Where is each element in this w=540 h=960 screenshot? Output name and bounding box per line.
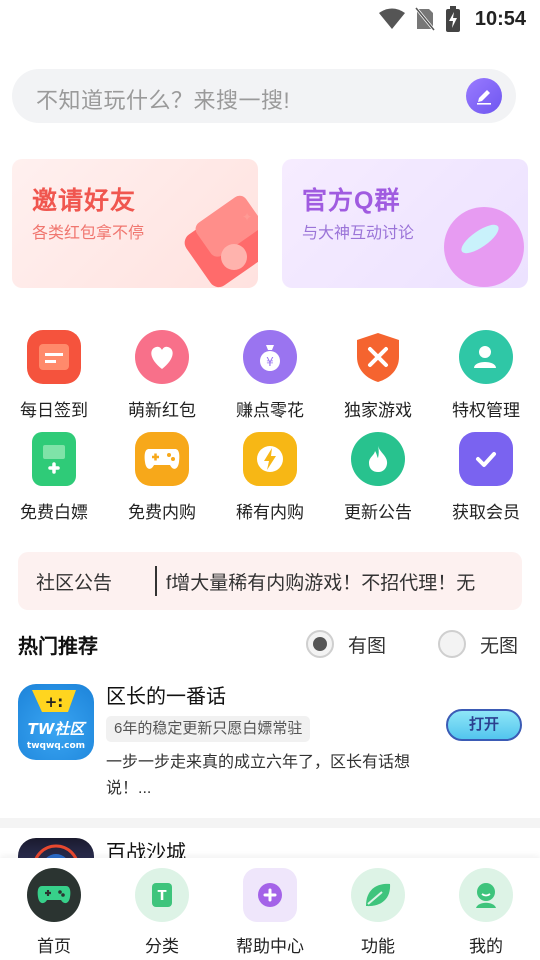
nav-label: 首页 (37, 937, 71, 956)
notice-label: 社区公告 (36, 573, 113, 594)
svg-text:¥: ¥ (266, 355, 274, 369)
search-bar[interactable]: 不知道玩什么？来搜一搜! (12, 69, 516, 123)
banner-subtitle: 与大神互动讨论 (302, 225, 415, 242)
radio-button[interactable] (438, 630, 466, 658)
section-title: 热门推荐 (18, 636, 98, 658)
list-divider (0, 818, 540, 828)
official-qq-group-banner[interactable]: 官方Q群 与大神互动讨论 (282, 159, 528, 288)
notice-marquee-text: f增大量稀有内购游戏！不招代理！无 (166, 573, 476, 594)
tw-community-logo: +: TW社区 twqwq.com (27, 690, 88, 751)
status-time: 10:54 (474, 7, 526, 30)
app-logo[interactable]: +: TW社区 twqwq.com (18, 684, 94, 760)
leaf-icon (351, 868, 405, 922)
grid-item-label: 免费内购 (128, 503, 196, 522)
radio-label: 无图 (480, 635, 519, 657)
nav-help-center[interactable]: 帮助中心 (216, 868, 324, 957)
money-bag-icon: ¥ (243, 330, 297, 384)
svg-text:✦: ✦ (242, 210, 252, 224)
no-sim-icon (414, 7, 435, 31)
grid-item-free-play[interactable]: 免费白嫖 (0, 432, 108, 523)
nav-home[interactable]: 首页 (0, 868, 108, 957)
plus-help-icon (243, 868, 297, 922)
red-envelope-icon: ✦ ✦ (184, 195, 258, 288)
bottom-navigation: 首页 T 分类 帮助中心 功能 我的 (0, 858, 540, 960)
list-item-tag: 6年的稳定更新只愿白嫖常驻 (106, 716, 311, 742)
status-bar: 10:54 (0, 0, 540, 36)
heart-icon (135, 330, 189, 384)
svg-text:twqwq.com: twqwq.com (27, 741, 85, 751)
community-notice-bar[interactable]: 社区公告 f增大量稀有内购游戏！不招代理！无 (18, 552, 522, 610)
battery-charging-icon (445, 6, 460, 32)
grid-item-label: 更新公告 (344, 503, 412, 522)
svg-text:+:: +: (45, 693, 64, 711)
radio-label: 有图 (348, 635, 387, 657)
user-card-icon (459, 330, 513, 384)
list-item-description: 一步一步走来真的成立六年了，区长有话想说！... (106, 754, 411, 797)
grid-item-exclusive-games[interactable]: 独家游戏 (324, 330, 432, 421)
nav-label: 功能 (361, 937, 395, 956)
grid-item-free-iap[interactable]: 免费内购 (108, 432, 216, 523)
grid-item-daily-checkin[interactable]: 每日签到 (0, 330, 108, 421)
nav-category[interactable]: T 分类 (108, 868, 216, 957)
nav-label: 我的 (469, 937, 503, 956)
banner-subtitle: 各类红包拿不停 (32, 225, 145, 242)
grid-item-label: 免费白嫖 (20, 503, 88, 522)
grid-item-label: 获取会员 (452, 503, 520, 522)
notice-divider (155, 566, 157, 596)
list-item-title[interactable]: 区长的一番话 (106, 680, 226, 709)
banner-title: 邀请好友 (32, 187, 137, 215)
profile-icon (459, 868, 513, 922)
grid-item-label: 稀有内购 (236, 503, 304, 522)
check-badge-icon (459, 432, 513, 486)
grid-item-earn-pocket-money[interactable]: ¥ 赚点零花 (216, 330, 324, 421)
grid-item-label: 独家游戏 (344, 401, 412, 420)
grid-item-label: 特权管理 (452, 401, 520, 420)
svg-text:T: T (158, 889, 167, 904)
grid-item-update-notice[interactable]: 更新公告 (324, 432, 432, 523)
search-placeholder: 不知道玩什么？来搜一搜! (36, 88, 291, 113)
nav-profile[interactable]: 我的 (432, 868, 540, 957)
lightning-icon (243, 432, 297, 486)
grid-item-rare-iap[interactable]: 稀有内购 (216, 432, 324, 523)
phone-plus-icon (32, 432, 76, 486)
planet-icon (444, 207, 524, 287)
edit-pen-icon[interactable] (466, 78, 502, 114)
nav-label: 分类 (145, 937, 179, 956)
grid-item-label: 赚点零花 (236, 401, 304, 420)
gamepad-icon (135, 432, 189, 486)
grid-item-label: 每日签到 (20, 401, 88, 420)
radio-with-image[interactable]: 有图 (306, 630, 386, 658)
category-t-icon: T (135, 868, 189, 922)
open-button[interactable]: 打开 (446, 709, 522, 741)
grid-item-get-membership[interactable]: 获取会员 (432, 432, 540, 523)
wifi-icon (378, 8, 405, 29)
grid-item-label: 萌新红包 (128, 401, 196, 420)
gamepad-home-icon (27, 868, 81, 922)
grid-item-privilege-management[interactable]: 特权管理 (432, 330, 540, 421)
nav-label: 帮助中心 (236, 937, 304, 956)
shield-icon (351, 330, 405, 384)
nav-features[interactable]: 功能 (324, 868, 432, 957)
radio-no-image[interactable]: 无图 (438, 630, 518, 658)
banner-title: 官方Q群 (302, 187, 401, 215)
radio-button-selected[interactable] (306, 630, 334, 658)
svg-text:TW社区: TW社区 (28, 720, 88, 738)
flame-icon (351, 432, 405, 486)
invite-friends-banner[interactable]: 邀请好友 各类红包拿不停 ✦ ✦ (12, 159, 258, 288)
grid-item-newbie-redpacket[interactable]: 萌新红包 (108, 330, 216, 421)
calendar-icon (27, 330, 81, 384)
